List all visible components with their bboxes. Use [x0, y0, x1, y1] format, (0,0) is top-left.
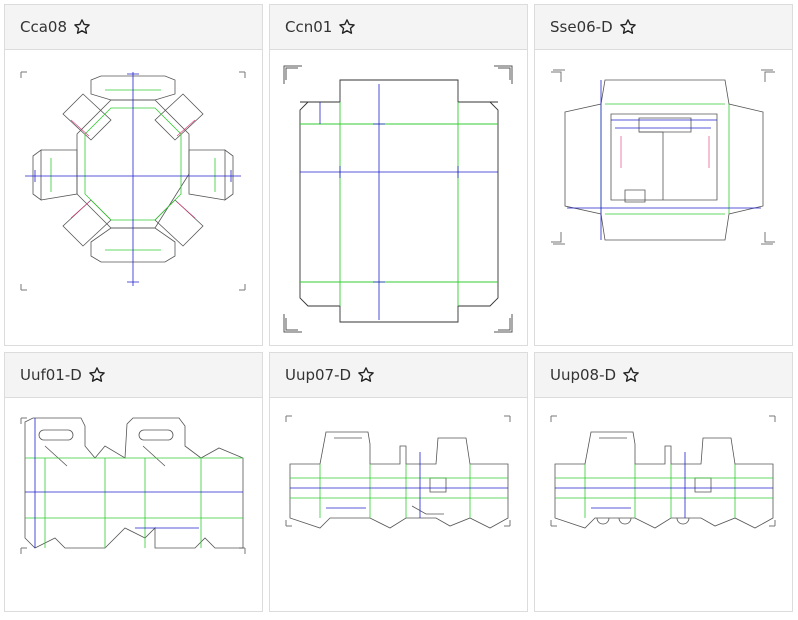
dieline-thumbnail[interactable] [270, 398, 527, 611]
card-title[interactable]: Sse06-D [550, 18, 613, 36]
star-outline-icon[interactable] [357, 366, 375, 384]
card-title[interactable]: Uup07-D [285, 366, 351, 384]
card-title[interactable]: Ccn01 [285, 18, 332, 36]
dieline-drawing-uuf01-d [20, 417, 246, 554]
template-card-sse06-d[interactable]: Sse06-D [534, 4, 793, 346]
card-header: Cca08 [5, 5, 262, 50]
dieline-thumbnail[interactable] [535, 50, 792, 345]
card-title[interactable]: Cca08 [20, 18, 67, 36]
star-outline-icon[interactable] [622, 366, 640, 384]
dieline-drawing-uup08-d [550, 415, 776, 529]
card-header: Ccn01 [270, 5, 527, 50]
dieline-thumbnail[interactable] [5, 398, 262, 611]
dieline-drawing-uup07-d [285, 415, 511, 529]
dieline-drawing-ccn01 [283, 65, 513, 333]
card-header: Uuf01-D [5, 353, 262, 398]
card-title[interactable]: Uup08-D [550, 366, 616, 384]
template-card-uuf01-d[interactable]: Uuf01-D [4, 352, 263, 612]
dieline-drawing-cca08 [20, 71, 246, 291]
dieline-thumbnail[interactable] [270, 50, 527, 345]
star-outline-icon[interactable] [619, 18, 637, 36]
card-header: Uup08-D [535, 353, 792, 398]
dieline-thumbnail[interactable] [535, 398, 792, 611]
template-card-uup07-d[interactable]: Uup07-D [269, 352, 528, 612]
template-card-ccn01[interactable]: Ccn01 [269, 4, 528, 346]
star-outline-icon[interactable] [338, 18, 356, 36]
template-card-uup08-d[interactable]: Uup08-D [534, 352, 793, 612]
template-card-cca08[interactable]: Cca08 [4, 4, 263, 346]
dieline-drawing-sse06-d [551, 69, 775, 245]
card-title[interactable]: Uuf01-D [20, 366, 82, 384]
star-outline-icon[interactable] [88, 366, 106, 384]
card-header: Uup07-D [270, 353, 527, 398]
dieline-thumbnail[interactable] [5, 50, 262, 345]
card-header: Sse06-D [535, 5, 792, 50]
star-outline-icon[interactable] [73, 18, 91, 36]
